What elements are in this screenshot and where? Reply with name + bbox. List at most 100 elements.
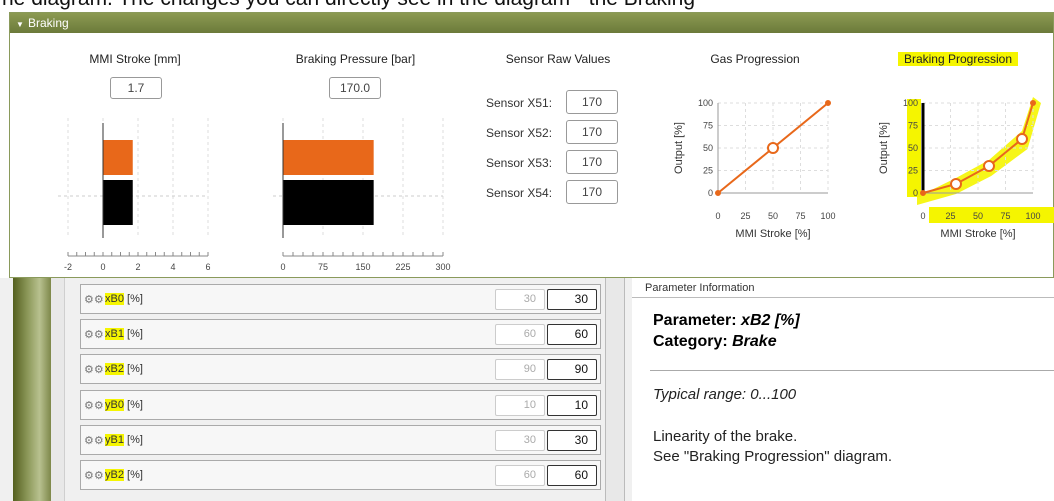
mmi-stroke-chart: -2 0 2 4 6	[58, 118, 211, 272]
gear-icon: ⚙⚙	[84, 470, 104, 482]
param-name: yB1 [%]	[105, 434, 143, 446]
parameter-list: ⚙⚙ xB0 [%] 30 30 ⚙⚙ xB1 [%] 60 60 ⚙⚙ xB2…	[72, 278, 605, 496]
x-tick-label: 100	[1025, 211, 1040, 221]
info-header: Parameter Information	[645, 282, 755, 294]
x-tick-label: 0	[100, 262, 105, 272]
data-point	[920, 190, 926, 196]
sensor-x53-value: 170	[566, 150, 618, 174]
info-typical-range: Typical range: 0...100	[653, 386, 797, 403]
x-tick-label: 150	[355, 262, 370, 272]
mmi-stroke-value: 1.7	[110, 77, 162, 99]
sensor-raw-values-title: Sensor Raw Values	[505, 52, 611, 66]
braking-pressure-chart: 0 75 150 225 300	[273, 118, 451, 272]
y-tick-label: 0	[708, 188, 713, 198]
param-value-input[interactable]: 90	[547, 359, 597, 380]
y-tick-label: 50	[703, 143, 713, 153]
param-name: xB1 [%]	[105, 328, 143, 340]
gear-icon: ⚙⚙	[84, 400, 104, 412]
y-tick-label: 0	[913, 188, 918, 198]
y-tick-label: 50	[908, 143, 918, 153]
braking-progression-title: Braking Progression	[898, 52, 1018, 66]
braking-progression-chart: 0 25 50 75 100 0 25 50 75 100 Output [%] MMI Stroke…	[878, 97, 1054, 240]
data-point	[825, 100, 831, 106]
param-value-input[interactable]: 60	[547, 465, 597, 486]
info-description-line2: See "Braking Progression" diagram.	[653, 448, 893, 465]
y-tick-label: 100	[903, 98, 918, 108]
parameter-info-panel: Parameter Information Parameter: xB2 [%]…	[632, 278, 1054, 501]
x-tick-label: 50	[973, 211, 983, 221]
side-bar	[13, 278, 51, 501]
sensor-x52-value: 170	[566, 120, 618, 144]
y-tick-label: 25	[908, 166, 918, 176]
param-row-yb1[interactable]: ⚙⚙ yB1 [%] 30 30	[80, 425, 601, 455]
x-tick-label: 225	[395, 262, 410, 272]
braking-panel-header[interactable]: ▼ Braking	[10, 13, 1053, 33]
y-tick-label: 75	[908, 121, 918, 131]
param-row-xb1[interactable]: ⚙⚙ xB1 [%] 60 60	[80, 319, 601, 349]
info-header-divider	[632, 297, 1054, 298]
x-tick-label: 2	[135, 262, 140, 272]
y-tick-label: 75	[703, 121, 713, 131]
x-tick-label: 0	[280, 262, 285, 272]
param-default: 90	[495, 359, 545, 380]
sensor-x54-value: 170	[566, 180, 618, 204]
y-axis-label: Output [%]	[673, 122, 685, 174]
x-tick-label: 75	[318, 262, 328, 272]
data-point	[715, 190, 721, 196]
braking-panel: ▼ Braking MMI Stroke [mm] 1.7 -2 0 2 4 6 Brak…	[9, 12, 1054, 278]
sensor-x52-label: Sensor X52:	[486, 126, 553, 140]
param-value-input[interactable]: 30	[547, 430, 597, 451]
param-value-input[interactable]: 30	[547, 289, 597, 310]
param-name: xB2 [%]	[105, 363, 143, 375]
data-point	[983, 160, 995, 172]
param-name: xB0 [%]	[105, 293, 143, 305]
sensor-x54-label: Sensor X54:	[486, 186, 553, 200]
mmi-stroke-title: MMI Stroke [mm]	[89, 52, 181, 66]
data-point	[950, 178, 962, 190]
x-axis-label: MMI Stroke [%]	[940, 228, 1015, 240]
x-tick-label: 6	[205, 262, 210, 272]
param-value-input[interactable]: 10	[547, 395, 597, 416]
x-tick-label: -2	[64, 262, 72, 272]
collapse-triangle-icon[interactable]: ▼	[16, 15, 24, 35]
braking-pressure-value: 170.0	[329, 77, 381, 99]
gear-icon: ⚙⚙	[84, 329, 104, 341]
param-default: 60	[495, 465, 545, 486]
gas-progression-title: Gas Progression	[710, 52, 800, 66]
side-gutter	[51, 278, 65, 501]
x-tick-label: 0	[920, 211, 925, 221]
braking-pressure-title: Braking Pressure [bar]	[295, 52, 416, 66]
gear-icon: ⚙⚙	[84, 294, 104, 306]
gear-icon: ⚙⚙	[84, 435, 104, 447]
x-tick-label: 25	[945, 211, 955, 221]
param-row-yb2[interactable]: ⚙⚙ yB2 [%] 60 60	[80, 460, 601, 490]
sensor-x53-label: Sensor X53:	[486, 156, 553, 170]
param-name: yB2 [%]	[105, 469, 143, 481]
x-axis-label: MMI Stroke [%]	[735, 228, 810, 240]
x-tick-label: 100	[820, 211, 835, 221]
lower-area: ⚙⚙ xB0 [%] 30 30 ⚙⚙ xB1 [%] 60 60 ⚙⚙ xB2…	[0, 278, 1054, 501]
y-tick-label: 25	[703, 166, 713, 176]
x-tick-label: 25	[740, 211, 750, 221]
param-default: 30	[495, 430, 545, 451]
param-row-xb0[interactable]: ⚙⚙ xB0 [%] 30 30	[80, 284, 601, 314]
panel-title: Braking	[28, 16, 69, 30]
data-point	[767, 142, 779, 154]
gas-progression-chart: 0 25 50 75 100 0 25 50 75 100 Output [%] MMI Stroke…	[673, 98, 836, 240]
gear-icon: ⚙⚙	[84, 364, 104, 376]
info-divider	[650, 370, 1054, 371]
param-row-yb0[interactable]: ⚙⚙ yB0 [%] 10 10	[80, 390, 601, 420]
param-row-xb2[interactable]: ⚙⚙ xB2 [%] 90 90	[80, 354, 601, 384]
x-tick-label: 75	[1000, 211, 1010, 221]
data-point	[1016, 133, 1028, 145]
splitter-scrollbar[interactable]	[605, 278, 625, 501]
bar-orange	[283, 140, 374, 175]
bar-orange	[103, 140, 133, 175]
param-default: 10	[495, 395, 545, 416]
info-category: Category: Brake	[653, 333, 777, 350]
x-tick-label: 0	[715, 211, 720, 221]
param-value-input[interactable]: 60	[547, 324, 597, 345]
x-tick-label: 75	[795, 211, 805, 221]
param-default: 60	[495, 324, 545, 345]
bar-dark	[283, 180, 374, 225]
